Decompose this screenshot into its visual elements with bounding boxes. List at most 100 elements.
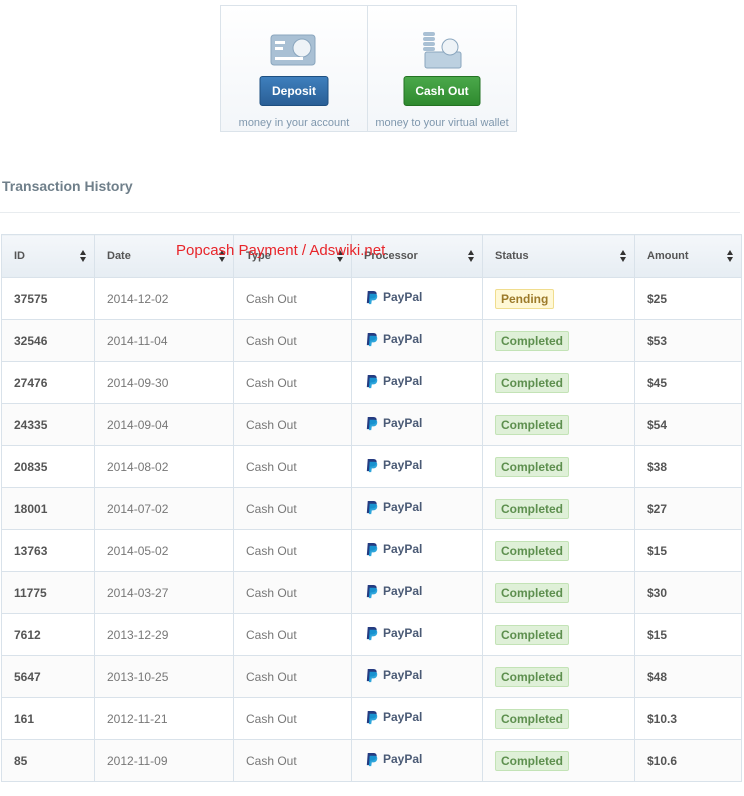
- paypal-icon: [366, 626, 378, 640]
- transaction-amount: $54: [647, 417, 668, 432]
- processor: PayPal: [364, 710, 422, 725]
- cell-type: Cash Out: [233, 739, 352, 782]
- status-badge: Completed: [495, 498, 570, 519]
- cell-status: Completed: [482, 487, 635, 530]
- sort-icon[interactable]: [620, 250, 626, 262]
- cell-type: Cash Out: [233, 277, 352, 320]
- table-row: 37575 2014-12-02 Cash Out PayPal Pending $25: [1, 277, 742, 320]
- cell-date: 2014-07-02: [94, 487, 234, 530]
- cell-amount: $45: [634, 361, 742, 404]
- cell-id: 27476: [1, 361, 95, 404]
- transaction-id: 7612: [14, 627, 41, 642]
- transaction-amount: $38: [647, 459, 668, 474]
- table-row: 18001 2014-07-02 Cash Out PayPal Completed $2…: [1, 487, 742, 530]
- cell-type: Cash Out: [233, 487, 352, 530]
- paypal-icon: [366, 290, 378, 304]
- cell-type: Cash Out: [233, 655, 352, 698]
- column-header-label: ID: [14, 250, 25, 262]
- processor: PayPal: [364, 416, 422, 431]
- transaction-type: Cash Out: [246, 543, 297, 558]
- transaction-date: 2012-11-21: [107, 711, 168, 726]
- cell-processor: PayPal: [351, 319, 483, 362]
- transaction-date: 2014-11-04: [107, 333, 168, 348]
- cell-status: Completed: [482, 403, 635, 446]
- table-row: 32546 2014-11-04 Cash Out PayPal Completed $5…: [1, 319, 742, 362]
- cell-amount: $53: [634, 319, 742, 362]
- processor: PayPal: [364, 668, 422, 683]
- transaction-id: 32546: [14, 333, 48, 348]
- transaction-type: Cash Out: [246, 333, 297, 348]
- transaction-type: Cash Out: [246, 627, 297, 642]
- processor-name: PayPal: [383, 710, 423, 724]
- paypal-icon: [366, 668, 378, 682]
- cell-date: 2012-11-21: [94, 697, 234, 740]
- transaction-amount: $48: [647, 669, 668, 684]
- column-header-status[interactable]: Status: [482, 234, 635, 278]
- cell-type: Cash Out: [233, 361, 352, 404]
- cell-type: Cash Out: [233, 613, 352, 656]
- status-badge: Completed: [495, 624, 570, 645]
- column-header-label: Status: [495, 250, 529, 262]
- table-row: 24335 2014-09-04 Cash Out PayPal Completed $5…: [1, 403, 742, 446]
- processor-name: PayPal: [383, 584, 423, 598]
- transaction-date: 2014-12-02: [107, 291, 169, 306]
- status-badge: Completed: [495, 582, 570, 603]
- deposit-button[interactable]: Deposit: [259, 76, 329, 106]
- status-badge: Completed: [495, 666, 570, 687]
- transaction-type: Cash Out: [246, 459, 297, 474]
- cell-status: Completed: [482, 529, 635, 572]
- credit-card-icon: [270, 34, 316, 66]
- cell-processor: PayPal: [351, 529, 483, 572]
- deposit-note: money in your account: [238, 117, 350, 129]
- cell-id: 11775: [1, 571, 95, 614]
- cell-type: Cash Out: [233, 571, 352, 614]
- cell-id: 7612: [1, 613, 95, 656]
- transaction-date: 2014-03-27: [107, 585, 169, 600]
- transaction-date: 2012-11-09: [107, 753, 168, 768]
- transaction-type: Cash Out: [246, 585, 297, 600]
- transaction-type: Cash Out: [246, 711, 297, 726]
- transaction-id: 27476: [14, 375, 48, 390]
- table-row: 161 2012-11-21 Cash Out PayPal Completed $10.…: [1, 697, 742, 740]
- cell-amount: $15: [634, 613, 742, 656]
- processor-name: PayPal: [383, 374, 423, 388]
- sort-icon[interactable]: [727, 250, 733, 262]
- column-header-label: Amount: [647, 250, 689, 262]
- cell-date: 2014-12-02: [94, 277, 234, 320]
- transaction-date: 2014-09-04: [107, 417, 169, 432]
- processor-name: PayPal: [383, 668, 423, 682]
- transaction-amount: $30: [647, 585, 668, 600]
- section-title: Transaction History: [2, 178, 133, 194]
- table-row: 7612 2013-12-29 Cash Out PayPal Completed $15: [1, 613, 742, 656]
- cell-amount: $30: [634, 571, 742, 614]
- cell-amount: $15: [634, 529, 742, 572]
- cash-out-button[interactable]: Cash Out: [403, 76, 481, 106]
- status-badge: Completed: [495, 414, 570, 435]
- cell-status: Completed: [482, 613, 635, 656]
- processor-name: PayPal: [383, 332, 423, 346]
- cell-status: Pending: [482, 277, 635, 320]
- transaction-type: Cash Out: [246, 753, 297, 768]
- status-badge: Completed: [495, 456, 570, 477]
- sort-icon[interactable]: [80, 250, 86, 262]
- cell-processor: PayPal: [351, 655, 483, 698]
- cell-id: 20835: [1, 445, 95, 488]
- column-header-id[interactable]: ID: [1, 234, 95, 278]
- transaction-amount: $45: [647, 375, 668, 390]
- table-body: 37575 2014-12-02 Cash Out PayPal Pending $25 3…: [1, 277, 742, 782]
- status-badge: Completed: [495, 372, 570, 393]
- status-badge: Completed: [495, 750, 570, 771]
- processor: PayPal: [364, 752, 422, 767]
- sort-icon[interactable]: [468, 250, 474, 262]
- column-header-amount[interactable]: Amount: [634, 234, 742, 278]
- cell-date: 2013-12-29: [94, 613, 234, 656]
- transaction-amount: $27: [647, 501, 668, 516]
- cell-date: 2012-11-09: [94, 739, 234, 782]
- cell-amount: $27: [634, 487, 742, 530]
- processor-name: PayPal: [383, 626, 423, 640]
- transaction-type: Cash Out: [246, 375, 297, 390]
- processor-name: PayPal: [383, 290, 423, 304]
- column-header-label: Date: [107, 250, 131, 262]
- cell-processor: PayPal: [351, 361, 483, 404]
- transaction-id: 11775: [14, 585, 47, 600]
